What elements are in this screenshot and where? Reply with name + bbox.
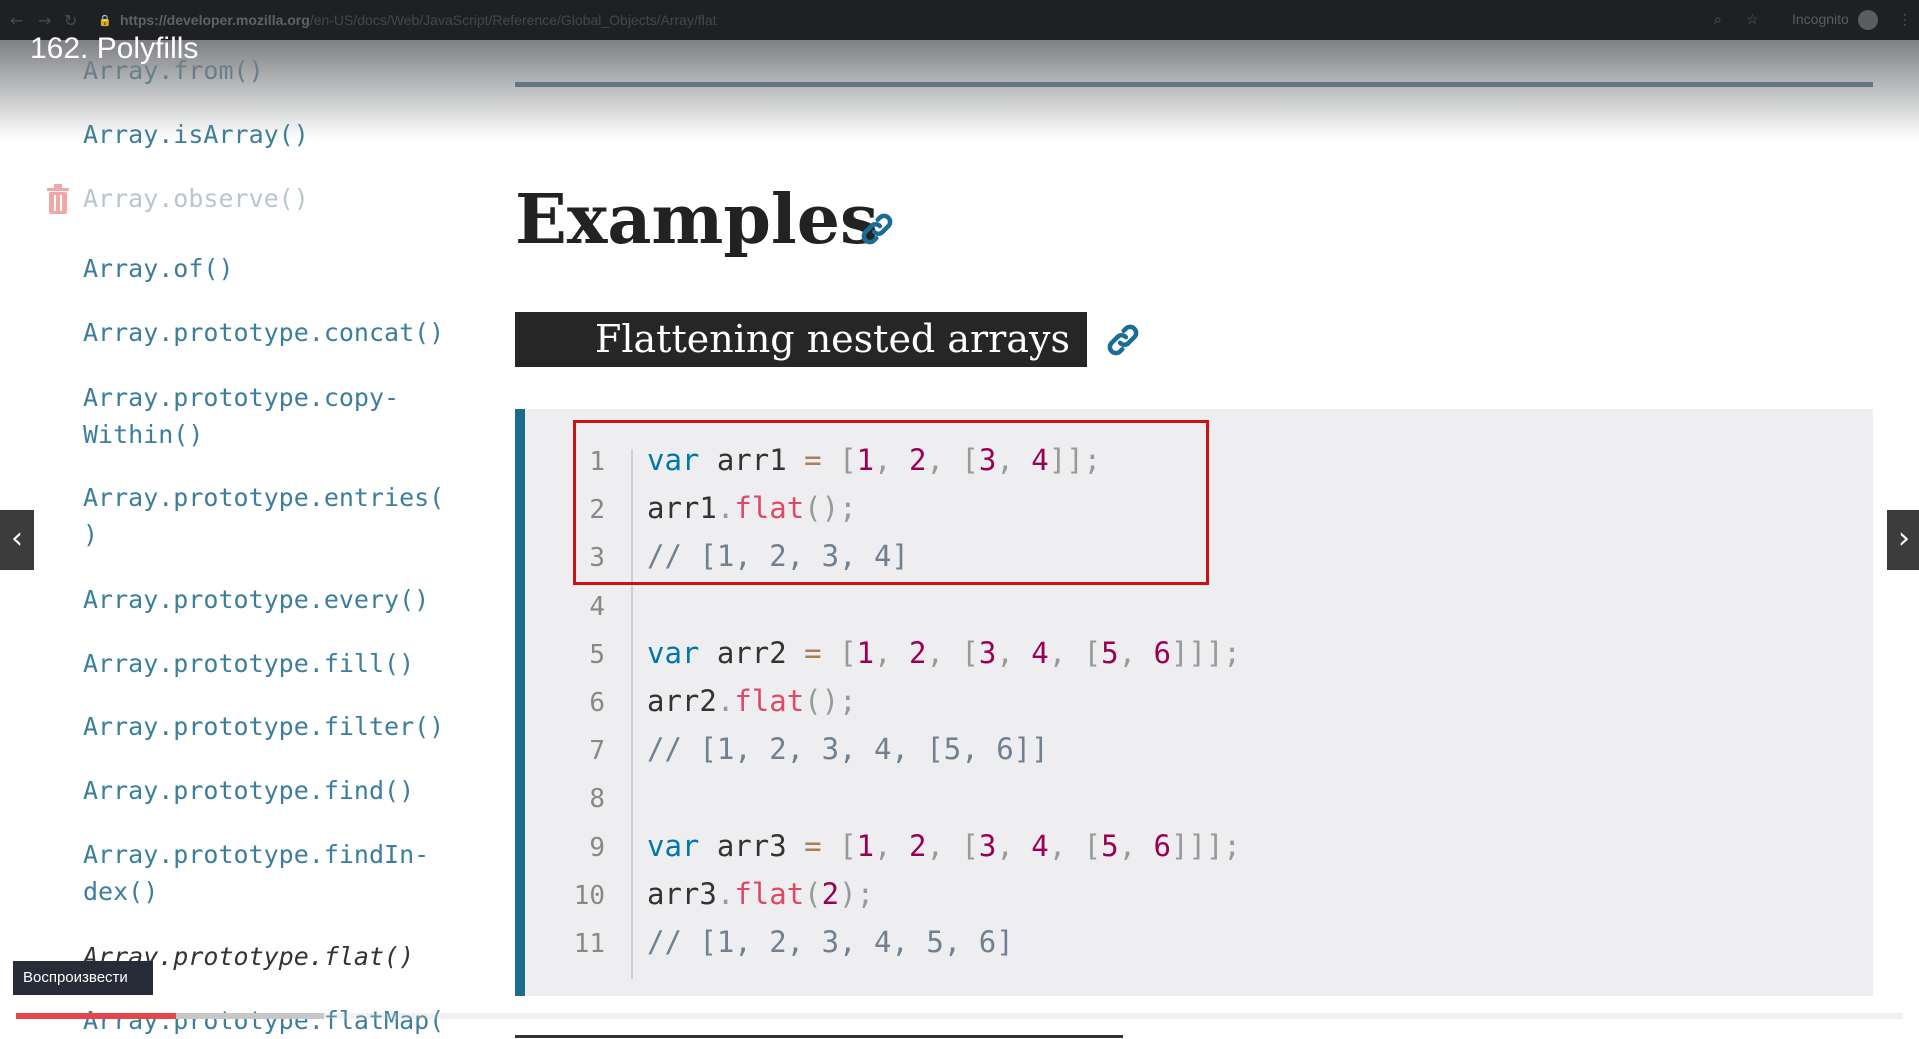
sidebar-item[interactable]: Array.prototype.find() xyxy=(83,772,414,809)
sidebar-item[interactable]: Array.prototype.fill() xyxy=(83,645,414,682)
sidebar-item[interactable]: Array.prototype.copy- Within() xyxy=(83,379,399,453)
sidebar-item[interactable]: Array.prototype.flatMap( xyxy=(83,1002,444,1039)
star-icon[interactable]: ☆ xyxy=(1746,11,1759,28)
sidebar-item[interactable]: Array.prototype.filter() xyxy=(83,708,444,745)
line-number: 3 xyxy=(589,543,605,573)
url-path: /en-US/docs/Web/JavaScript/Reference/Glo… xyxy=(309,12,717,28)
code-line: // [1, 2, 3, 4, [5, 6]] xyxy=(647,732,1049,766)
line-number: 7 xyxy=(589,736,605,766)
zoom-icon[interactable]: ⌕ xyxy=(1714,11,1722,28)
code-line: // [1, 2, 3, 4, 5, 6] xyxy=(647,925,1014,959)
code-line: var arr2 = [1, 2, [3, 4, [5, 6]]]; xyxy=(647,636,1241,670)
sidebar-item-line: Array.prototype.entries( xyxy=(83,483,445,512)
sidebar-item[interactable]: Array.of() xyxy=(83,250,234,287)
play-tooltip: Воспроизвести xyxy=(13,961,153,995)
sidebar-item-line: dex() xyxy=(83,877,159,906)
address-bar[interactable]: https://developer.mozilla.org/en-US/docs… xyxy=(120,12,717,28)
heading-link-icon[interactable] xyxy=(860,212,894,246)
lock-icon: 🔒 xyxy=(98,14,112,27)
incognito-avatar-icon[interactable] xyxy=(1858,10,1878,30)
line-number: 8 xyxy=(589,784,605,814)
line-number: 6 xyxy=(589,688,605,718)
sidebar-item[interactable]: Array.prototype.findIn-dex() xyxy=(83,836,429,910)
video-title: 162. Polyfills xyxy=(30,32,199,65)
sidebar-item-line: Within() xyxy=(83,420,204,449)
line-number: 2 xyxy=(589,495,605,525)
reload-icon[interactable]: ↻ xyxy=(64,11,77,30)
code-line: var arr3 = [1, 2, [3, 4, [5, 6]]]; xyxy=(647,829,1241,863)
sidebar-item-line: Array.prototype.findIn- xyxy=(83,840,430,869)
menu-icon[interactable]: ⋮ xyxy=(1898,11,1912,28)
forward-icon[interactable]: → xyxy=(38,11,51,30)
incognito-label: Incognito xyxy=(1792,11,1849,27)
code-example: 1 2 3 4 5 6 7 8 9 10 11 var arr1 = [1, 2… xyxy=(515,409,1873,996)
page-heading: Examples xyxy=(515,180,879,260)
browser-toolbar: ← → ↻ 🔒 https://developer.mozilla.org/en… xyxy=(0,0,1919,40)
sidebar-item-line: ) xyxy=(83,520,99,549)
line-number: 4 xyxy=(589,592,605,622)
video-progress-bar[interactable] xyxy=(16,1013,1903,1019)
code-line: arr2.flat(); xyxy=(647,684,857,718)
line-number: 11 xyxy=(573,929,605,959)
subheading-link-icon[interactable] xyxy=(1106,323,1140,357)
sidebar-item[interactable]: Array.prototype.entries() xyxy=(83,479,444,553)
next-arrow-icon[interactable]: › xyxy=(1887,510,1919,570)
code-line: var arr1 = [1, 2, [3, 4]]; xyxy=(647,443,1102,477)
gutter-separator xyxy=(631,449,633,979)
code-line: arr3.flat(2); xyxy=(647,877,875,911)
sidebar-item[interactable]: Array.prototype.every() xyxy=(83,581,429,618)
sidebar-item-line: Array.prototype.copy- xyxy=(83,383,400,412)
sidebar-item-deprecated[interactable]: Array.observe() xyxy=(83,180,309,217)
progress-played xyxy=(16,1013,177,1019)
section-divider xyxy=(515,82,1873,87)
trash-icon xyxy=(47,184,69,214)
line-number: 10 xyxy=(573,881,605,911)
line-number: 1 xyxy=(589,447,605,477)
line-number: 9 xyxy=(589,833,605,863)
prev-arrow-icon[interactable]: ‹ xyxy=(0,510,34,570)
url-host: https://developer.mozilla.org xyxy=(120,12,310,28)
line-number: 5 xyxy=(589,640,605,670)
sidebar-item[interactable]: Array.isArray() xyxy=(83,116,309,153)
sidebar-item[interactable]: Array.prototype.concat() xyxy=(83,314,444,351)
bottom-divider xyxy=(515,1035,1123,1038)
back-icon[interactable]: ← xyxy=(10,11,23,30)
code-line: // [1, 2, 3, 4] xyxy=(647,539,909,573)
section-heading: Flattening nested arrays xyxy=(515,312,1087,367)
code-line: arr1.flat(); xyxy=(647,491,857,525)
